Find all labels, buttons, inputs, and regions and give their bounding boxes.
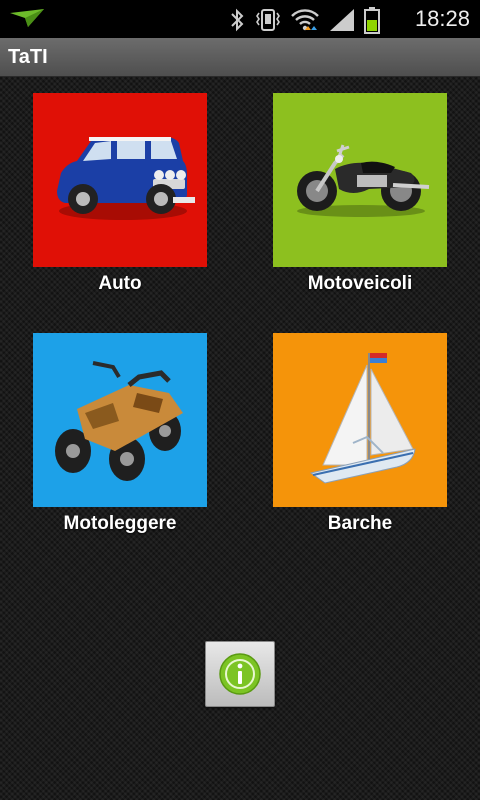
- quad-bike-icon: [33, 361, 207, 507]
- tile-auto[interactable]: Auto: [33, 93, 207, 295]
- tile-motoleggere-label: Motoleggere: [63, 513, 177, 534]
- app-title-bar: TaTI: [0, 38, 480, 77]
- sailboat-icon: [273, 353, 447, 507]
- signal-icon: [328, 7, 356, 38]
- car-icon: [33, 137, 207, 267]
- tile-motoveicoli-square[interactable]: [273, 93, 447, 267]
- vibrate-icon: [254, 7, 282, 38]
- tile-barche-label: Barche: [327, 513, 393, 534]
- status-bar: 18:28: [0, 0, 480, 38]
- tile-barche-square[interactable]: [273, 333, 447, 507]
- bluetooth-icon: [228, 7, 246, 38]
- wifi-icon: [290, 7, 320, 38]
- app-title: TaTI: [8, 46, 48, 68]
- tile-motoveicoli[interactable]: Motoveicoli: [273, 93, 447, 295]
- tile-motoveicoli-label: Motoveicoli: [307, 273, 413, 294]
- tile-motoleggere-square[interactable]: [33, 333, 207, 507]
- tile-auto-square[interactable]: [33, 93, 207, 267]
- battery-icon: [364, 6, 380, 39]
- tile-auto-label: Auto: [98, 273, 142, 294]
- motorcycle-icon: [273, 144, 447, 267]
- notification-arrow-icon: [8, 7, 46, 34]
- clock: 18:28: [414, 6, 470, 31]
- tile-barche[interactable]: Barche: [273, 333, 447, 535]
- info-button[interactable]: [205, 641, 275, 707]
- tile-motoleggere[interactable]: Motoleggere: [33, 333, 207, 535]
